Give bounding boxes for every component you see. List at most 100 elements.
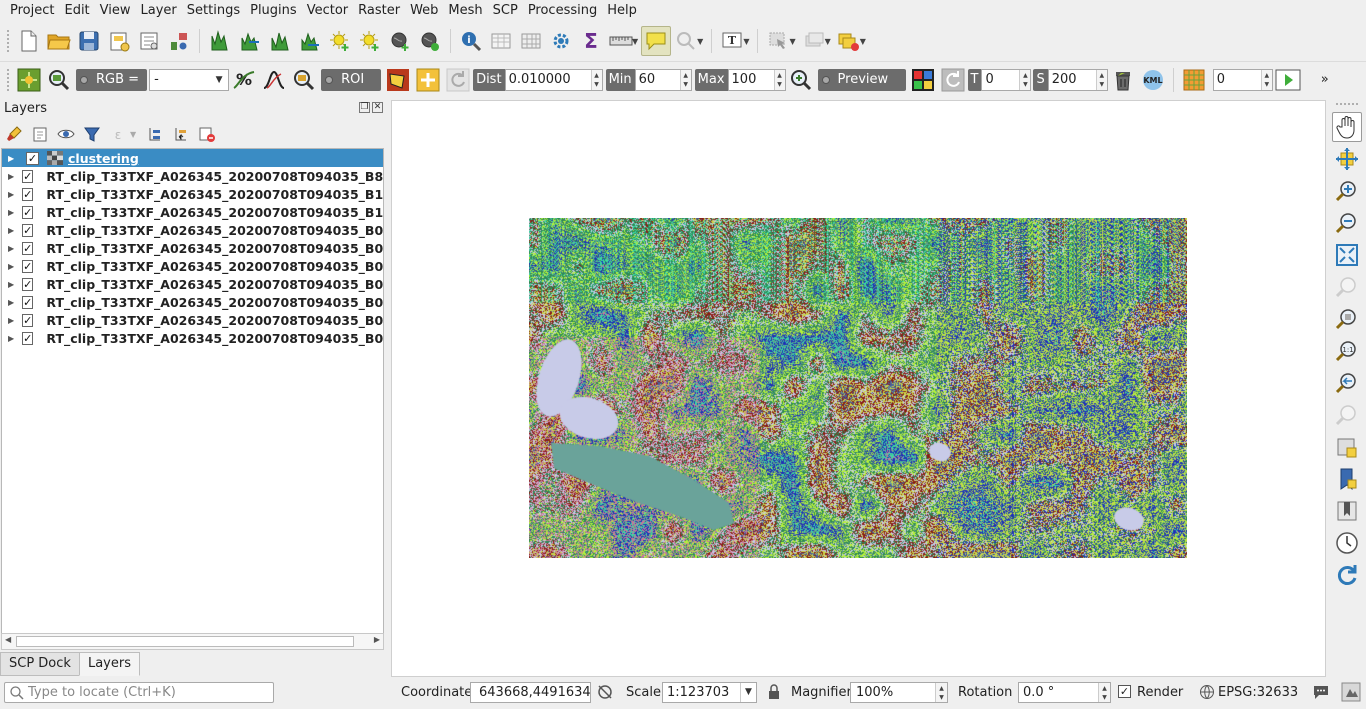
preview-pointer-button[interactable] — [908, 65, 938, 95]
scp-band-4-button[interactable] — [295, 26, 325, 56]
spin-arrows-icon[interactable]: ▲ ▼ — [1098, 683, 1110, 702]
remove-temp-files-button[interactable] — [1108, 65, 1138, 95]
add-raster-button[interactable] — [415, 26, 445, 56]
spin-arrows-icon[interactable]: ▲ ▼ — [679, 69, 691, 90]
scp-band-3-button[interactable] — [265, 26, 295, 56]
crs-button[interactable]: EPSG:32633 — [1218, 683, 1298, 702]
scrollbar-thumb[interactable] — [16, 636, 354, 647]
messages-icon[interactable] — [1312, 683, 1330, 707]
zoom-dropdown-icon[interactable]: ▼ — [697, 37, 703, 46]
layer-visibility-checkbox[interactable]: ✓ — [22, 223, 34, 237]
layout-manager-button[interactable] — [134, 26, 164, 56]
expand-arrow-icon[interactable]: ▶ — [8, 298, 14, 307]
expand-arrow-icon[interactable]: ▶ — [8, 154, 18, 163]
zoom-to-selection-button[interactable] — [1332, 272, 1362, 302]
menu-edit[interactable]: Edit — [59, 0, 94, 21]
toolbar-grip[interactable] — [6, 29, 10, 53]
rgb-toggle[interactable]: RGB = — [76, 68, 148, 91]
zoom-full-button[interactable] — [1332, 240, 1362, 270]
expand-arrow-icon[interactable]: ▶ — [8, 334, 14, 343]
zoom-native-resolution-button[interactable]: 1:1 — [1332, 336, 1362, 366]
scp-band-2-button[interactable] — [235, 26, 265, 56]
layer-row[interactable]: ▶ ✓ RT_clip_T33TXF_A026345_20200708T094035… — [2, 293, 383, 311]
zoom-last-button[interactable] — [1332, 368, 1362, 398]
new-print-layout-button[interactable] — [104, 26, 134, 56]
pan-map-button[interactable] — [1332, 112, 1362, 142]
text-dropdown-icon[interactable]: ▼ — [743, 37, 749, 46]
temporal-controller-button[interactable] — [1332, 528, 1362, 558]
style-manager-button[interactable] — [164, 26, 194, 56]
save-project-button[interactable] — [74, 26, 104, 56]
toolbar-grip[interactable] — [6, 67, 10, 92]
band-set-spinbox[interactable]: 0 ▲ ▼ — [1212, 68, 1273, 91]
menu-processing[interactable]: Processing — [523, 0, 602, 21]
layer-visibility-checkbox[interactable]: ✓ — [26, 151, 39, 165]
expand-arrow-icon[interactable]: ▶ — [8, 262, 14, 271]
create-roi-button[interactable] — [383, 65, 413, 95]
scroll-right-icon[interactable]: ▶ — [374, 635, 380, 644]
toolbar-overflow-icon[interactable]: » — [1321, 72, 1329, 87]
menu-mesh[interactable]: Mesh — [443, 0, 487, 21]
rotation-spinbox[interactable]: 0.0 ° ▲ ▼ — [1018, 682, 1111, 703]
manage-visibility-button[interactable] — [56, 124, 76, 144]
measure-dropdown-icon[interactable]: ▼ — [632, 37, 638, 46]
t-spinbox[interactable]: 0 ▲ ▼ — [981, 68, 1032, 91]
new-map-view-button[interactable] — [1332, 432, 1362, 462]
render-checkbox[interactable]: ✓ — [1118, 685, 1131, 698]
zoom-next-button[interactable] — [1332, 400, 1362, 430]
redo-roi-button[interactable] — [443, 65, 473, 95]
new-layer-button[interactable] — [325, 26, 355, 56]
spin-arrows-icon[interactable]: ▲ ▼ — [1019, 69, 1031, 90]
scp-band-1-button[interactable] — [205, 26, 235, 56]
horizontal-scrollbar[interactable]: ◀ ▶ — [1, 633, 384, 650]
expand-all-button[interactable] — [145, 124, 165, 144]
crs-globe-icon[interactable] — [1199, 684, 1215, 706]
new-layer-2-button[interactable] — [355, 26, 385, 56]
expand-arrow-icon[interactable]: ▶ — [8, 244, 14, 253]
expand-arrow-icon[interactable]: ▶ — [8, 172, 14, 181]
layer-visibility-checkbox[interactable]: ✓ — [22, 259, 34, 273]
new-project-button[interactable] — [14, 26, 44, 56]
expression-dropdown-icon[interactable]: ▼ — [130, 130, 136, 139]
float-panel-icon[interactable]: ❐ — [359, 102, 370, 113]
band-set-button[interactable] — [1179, 65, 1209, 95]
coordinate-field[interactable]: 643668,4491634 — [470, 682, 591, 703]
redo-preview-button[interactable] — [938, 65, 968, 95]
select-dropdown-icon[interactable]: ▼ — [789, 37, 795, 46]
toolbar-grip[interactable] — [1335, 102, 1359, 106]
processing-settings-button[interactable] — [546, 26, 576, 56]
max-spinbox[interactable]: 100 ▲ ▼ — [727, 68, 786, 91]
deselect-dropdown-icon[interactable]: ▼ — [825, 37, 831, 46]
remove-dropdown-icon[interactable]: ▼ — [860, 37, 866, 46]
chevron-down-icon[interactable]: ▼ — [740, 683, 756, 702]
zoom-to-layer-button[interactable] — [1332, 304, 1362, 334]
field-calculator-button[interactable] — [516, 26, 546, 56]
menu-plugins[interactable]: Plugins — [245, 0, 302, 21]
spin-arrows-icon[interactable]: ▲ ▼ — [935, 683, 947, 702]
refresh-button[interactable] — [1332, 560, 1362, 590]
rgb-combo[interactable]: - ▼ — [149, 68, 230, 91]
open-layer-styling-button[interactable] — [4, 124, 24, 144]
expand-arrow-icon[interactable]: ▶ — [8, 226, 14, 235]
roi-toggle[interactable]: ROI — [321, 68, 382, 91]
activate-roi-pointer-button[interactable] — [413, 65, 443, 95]
filter-legend-button[interactable] — [82, 124, 102, 144]
layer-visibility-checkbox[interactable]: ✓ — [22, 331, 34, 345]
expand-arrow-icon[interactable]: ▶ — [8, 280, 14, 289]
layer-row[interactable]: ▶ ✓ RT_clip_T33TXF_A026345_20200708T094035… — [2, 311, 383, 329]
remove-layer-button[interactable] — [197, 124, 217, 144]
layer-row[interactable]: ▶ ✓ RT_clip_T33TXF_A026345_20200708T094035… — [2, 203, 383, 221]
spin-arrows-icon[interactable]: ▲ ▼ — [590, 69, 602, 90]
tab-scp-dock[interactable]: SCP Dock — [0, 652, 80, 676]
menu-view[interactable]: View — [95, 0, 136, 21]
layer-row[interactable]: ▶ ✓ RT_clip_T33TXF_A026345_20200708T094035… — [2, 257, 383, 275]
layer-visibility-checkbox[interactable]: ✓ — [22, 313, 34, 327]
layer-row[interactable]: ▶ ✓ RT_clip_T33TXF_A026345_20200708T094035… — [2, 185, 383, 203]
menu-layer[interactable]: Layer — [136, 0, 182, 21]
layer-visibility-checkbox[interactable]: ✓ — [22, 277, 34, 291]
identify-features-button[interactable]: i — [456, 26, 486, 56]
spin-arrows-icon[interactable]: ▲ ▼ — [773, 69, 785, 90]
map-tips-button[interactable] — [641, 26, 672, 56]
statistics-button[interactable]: Σ — [576, 26, 606, 56]
layer-row[interactable]: ▶ ✓ RT_clip_T33TXF_A026345_20200708T094035… — [2, 329, 383, 347]
